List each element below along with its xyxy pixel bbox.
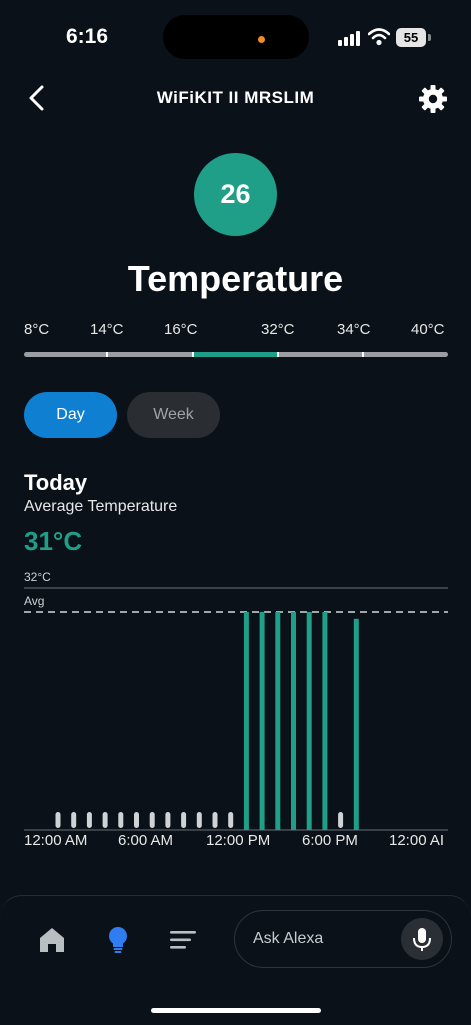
period-heading: Today [24, 470, 88, 495]
status-time: 6:16 [66, 25, 109, 48]
wifi-icon [368, 28, 390, 46]
microphone-icon [413, 928, 431, 951]
current-value-circle: 26 [194, 153, 277, 236]
chart-bar-empty [102, 812, 108, 828]
chart-bar [353, 618, 359, 830]
chart-bar-empty [86, 812, 92, 828]
chart-bar-empty [149, 812, 155, 828]
scale-label-min: 8°C [24, 321, 50, 338]
chart-bar-empty [118, 812, 124, 828]
tab-day[interactable]: Day [24, 392, 117, 438]
chart-bar-empty [165, 812, 171, 828]
chart-bar [259, 612, 265, 830]
scale-comfort-range [193, 352, 277, 357]
scale-tick [192, 352, 194, 357]
gear-icon[interactable] [418, 84, 448, 114]
average-value: 31°C [24, 526, 83, 556]
chart-bar-empty [228, 812, 234, 828]
temperature-bar-chart [24, 587, 448, 831]
chart-bar [322, 612, 328, 830]
page-title: WiFiKIT II MRSLIM [156, 88, 315, 107]
average-label: Average Temperature [24, 498, 178, 515]
dynamic-island [163, 15, 309, 59]
battery-tip [428, 34, 431, 41]
scale-label-low: 14°C [90, 321, 124, 338]
scale-tick [106, 352, 108, 357]
menu-icon[interactable] [168, 925, 198, 955]
chart-bar-empty [134, 812, 139, 828]
microphone-button[interactable] [401, 918, 443, 960]
x-axis-label: 12:00 PM [206, 832, 271, 849]
chart-bar-empty [196, 812, 202, 828]
cellular-signal-icon [338, 31, 360, 46]
privacy-indicator-dot [258, 36, 265, 43]
x-axis-label: 12:00 AM [24, 832, 88, 849]
scale-tick [277, 352, 279, 357]
chart-bar-empty [71, 812, 77, 828]
metric-heading: Temperature [127, 258, 344, 299]
scale-tick [362, 352, 364, 357]
x-axis-label: 12:00 AI [389, 832, 445, 849]
scale-label-max: 40°C [411, 321, 445, 338]
home-icon[interactable] [37, 925, 67, 955]
ask-alexa-placeholder: Ask Alexa [253, 930, 324, 947]
x-axis-label: 6:00 PM [302, 832, 358, 849]
lightbulb-icon[interactable] [103, 925, 133, 955]
chart-bar-empty [181, 812, 187, 828]
scale-label-range-start: 16°C [164, 321, 198, 338]
chart-bar [243, 612, 249, 830]
chart-bar [291, 612, 296, 830]
home-indicator[interactable] [151, 1008, 321, 1013]
chart-bar [306, 612, 312, 830]
tab-week[interactable]: Week [127, 392, 220, 438]
battery-indicator: 55 [396, 28, 426, 47]
chart-bar-empty [212, 812, 218, 828]
scale-label-high: 34°C [337, 321, 371, 338]
chart-bar-empty [55, 812, 61, 828]
chart-bar [275, 612, 281, 830]
scale-label-range-end: 32°C [261, 321, 295, 338]
x-axis-label: 6:00 AM [118, 832, 174, 849]
chart-bar-empty [338, 812, 344, 828]
